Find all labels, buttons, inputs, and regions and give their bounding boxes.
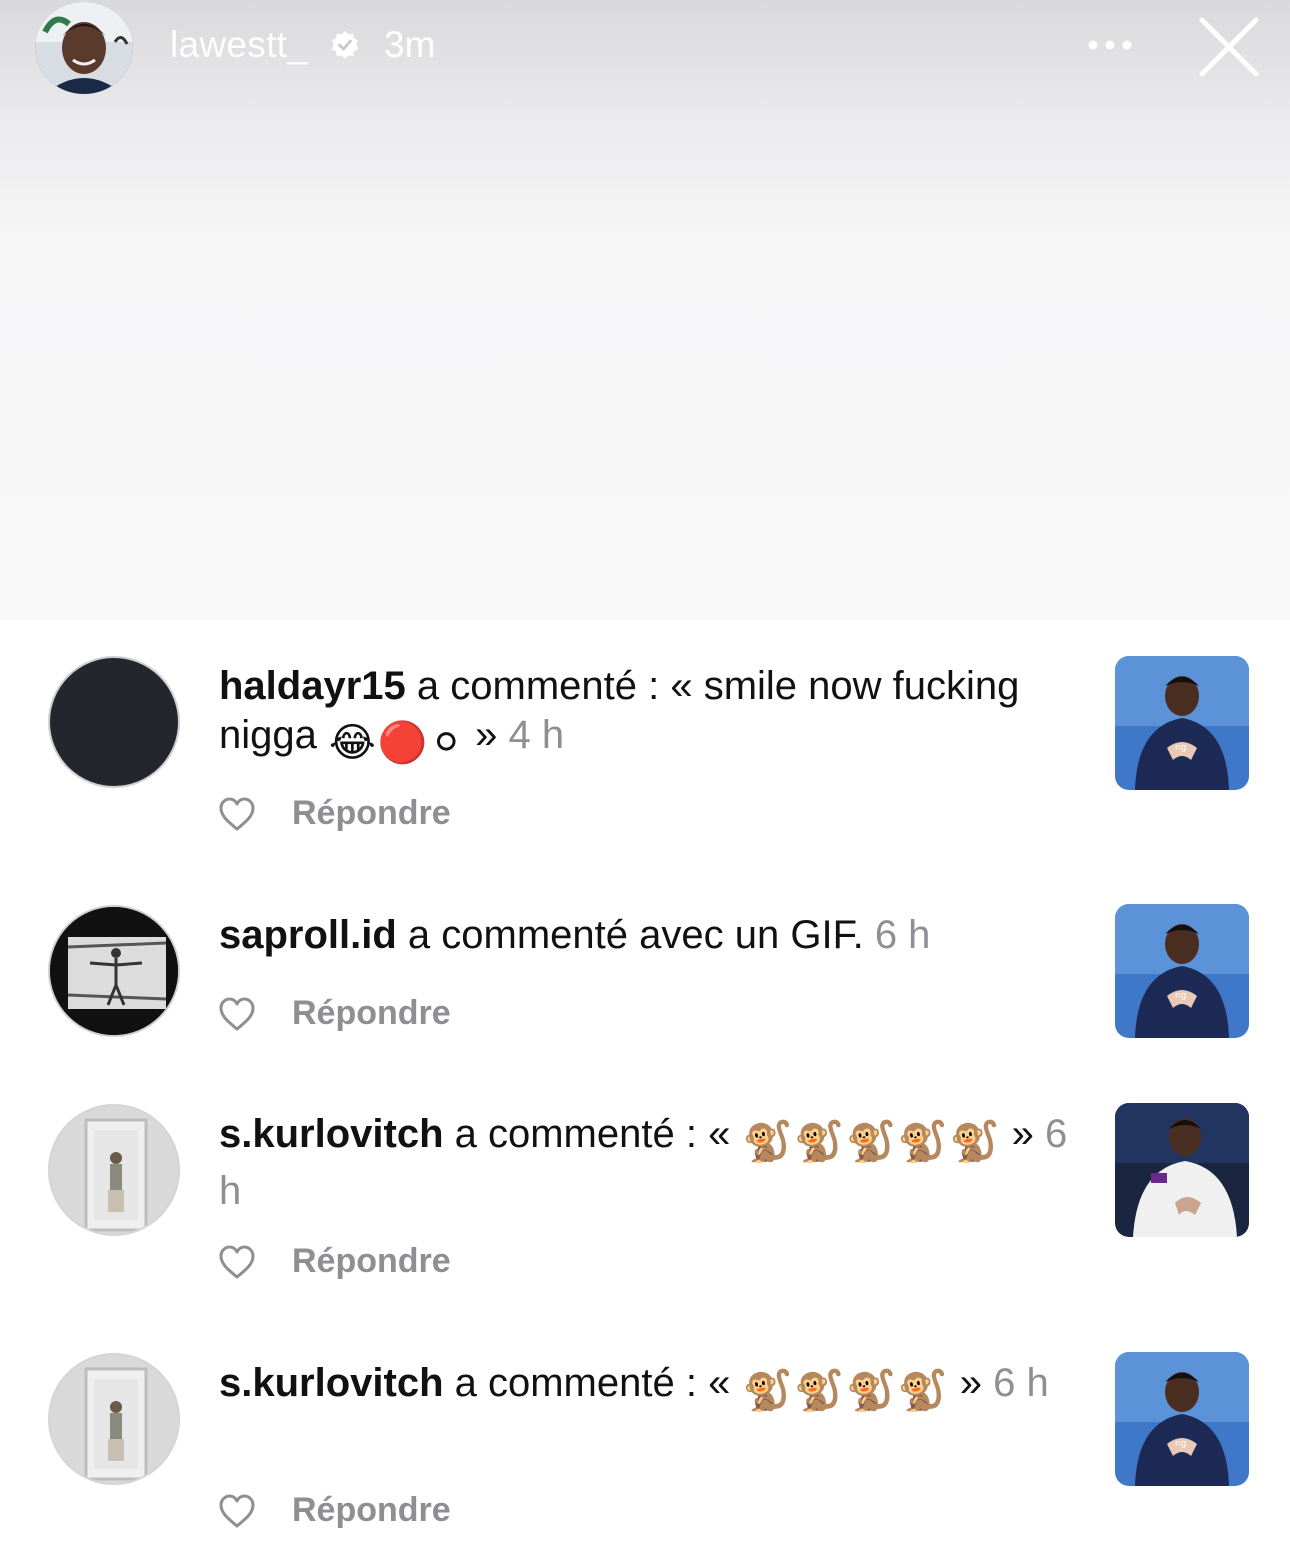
story-avatar[interactable]	[35, 2, 133, 94]
comment-time: 6 h	[993, 1361, 1049, 1405]
monkey-emoji-icon: 🐒	[794, 1120, 845, 1164]
reply-button[interactable]: Répondre	[292, 1491, 451, 1530]
comment-username[interactable]: saproll.id	[219, 913, 397, 957]
white-circle-emoji-icon: ⚪	[429, 721, 464, 765]
comment-text: saproll.id a commenté avec un GIF. 6 h	[219, 911, 1079, 960]
story-username[interactable]: lawestt_	[170, 24, 308, 66]
heart-icon[interactable]	[218, 796, 256, 832]
laughing-emoji-icon: 😂	[328, 721, 376, 765]
comment-text: haldayr15 a commenté : « smile now fucki…	[219, 662, 1079, 768]
monkey-emoji-icon: 🐒	[794, 1369, 845, 1413]
comment-time: 6 h	[874, 913, 931, 957]
monkey-emoji-icon: 🐒	[846, 1369, 896, 1413]
mirror-selfie-icon	[50, 1106, 178, 1234]
post-thumbnail[interactable]: ng	[1115, 904, 1249, 1038]
reply-button[interactable]: Répondre	[292, 994, 451, 1033]
comment-text: s.kurlovitch a commenté : « 🐒🐒🐒🐒🐒 » 6 h	[219, 1110, 1079, 1216]
comment-username[interactable]: haldayr15	[219, 664, 406, 708]
svg-text:ng: ng	[1175, 1439, 1186, 1449]
player-photo-icon	[1115, 1103, 1249, 1237]
comment-quote-close: »	[1000, 1112, 1045, 1156]
svg-text:ng: ng	[1175, 743, 1186, 753]
comment-avatar[interactable]	[48, 905, 180, 1037]
post-thumbnail[interactable]: ng	[1115, 656, 1249, 790]
comment-username[interactable]: s.kurlovitch	[219, 1112, 444, 1156]
gif-preview-icon	[50, 907, 178, 1035]
close-icon[interactable]	[1196, 14, 1262, 80]
story-header: lawestt_ 3m	[0, 0, 1290, 100]
player-photo-icon: ng	[1115, 1352, 1249, 1486]
comment-quote-close: »	[948, 1361, 994, 1405]
story-time: 3m	[384, 24, 436, 65]
comment-avatar[interactable]	[48, 1353, 180, 1485]
monkey-emoji-icon: 🐒	[742, 1369, 793, 1413]
profile-photo-icon	[35, 2, 133, 94]
more-dots-icon[interactable]	[1080, 30, 1140, 60]
heart-icon[interactable]	[218, 1244, 256, 1280]
monkey-emoji-icon: 🐒	[742, 1120, 793, 1164]
player-photo-icon: ng	[1115, 656, 1249, 790]
comment-quote-close: »	[464, 713, 509, 757]
comment-text: s.kurlovitch a commenté : « 🐒🐒🐒🐒 » 6 h	[219, 1359, 1079, 1416]
comment-body: a commenté : «	[443, 1112, 742, 1156]
svg-text:ng: ng	[1175, 991, 1186, 1001]
monkey-emoji-icon: 🐒	[897, 1369, 948, 1413]
red-circle-emoji-icon: 🔴	[377, 721, 428, 765]
comment-username[interactable]: s.kurlovitch	[219, 1361, 444, 1405]
reply-button[interactable]: Répondre	[292, 1242, 451, 1281]
monkey-emoji-icon: 🐒	[949, 1120, 1000, 1164]
heart-icon[interactable]	[218, 996, 256, 1032]
reply-button[interactable]: Répondre	[292, 794, 451, 833]
post-thumbnail[interactable]: ng	[1115, 1352, 1249, 1486]
mirror-selfie-icon	[50, 1355, 178, 1483]
comment-avatar[interactable]	[48, 1104, 180, 1236]
verified-badge-icon	[331, 31, 359, 59]
player-photo-icon: ng	[1115, 904, 1249, 1038]
comment-time: 4 h	[508, 713, 565, 757]
monkey-emoji-icon: 🐒	[897, 1120, 948, 1164]
comment-body: a commenté avec un GIF.	[396, 913, 875, 957]
post-thumbnail[interactable]	[1115, 1103, 1249, 1237]
comment-avatar[interactable]	[48, 656, 180, 788]
heart-icon[interactable]	[218, 1493, 256, 1529]
monkey-emoji-icon: 🐒	[846, 1120, 896, 1164]
comment-body: a commenté : «	[443, 1361, 742, 1405]
